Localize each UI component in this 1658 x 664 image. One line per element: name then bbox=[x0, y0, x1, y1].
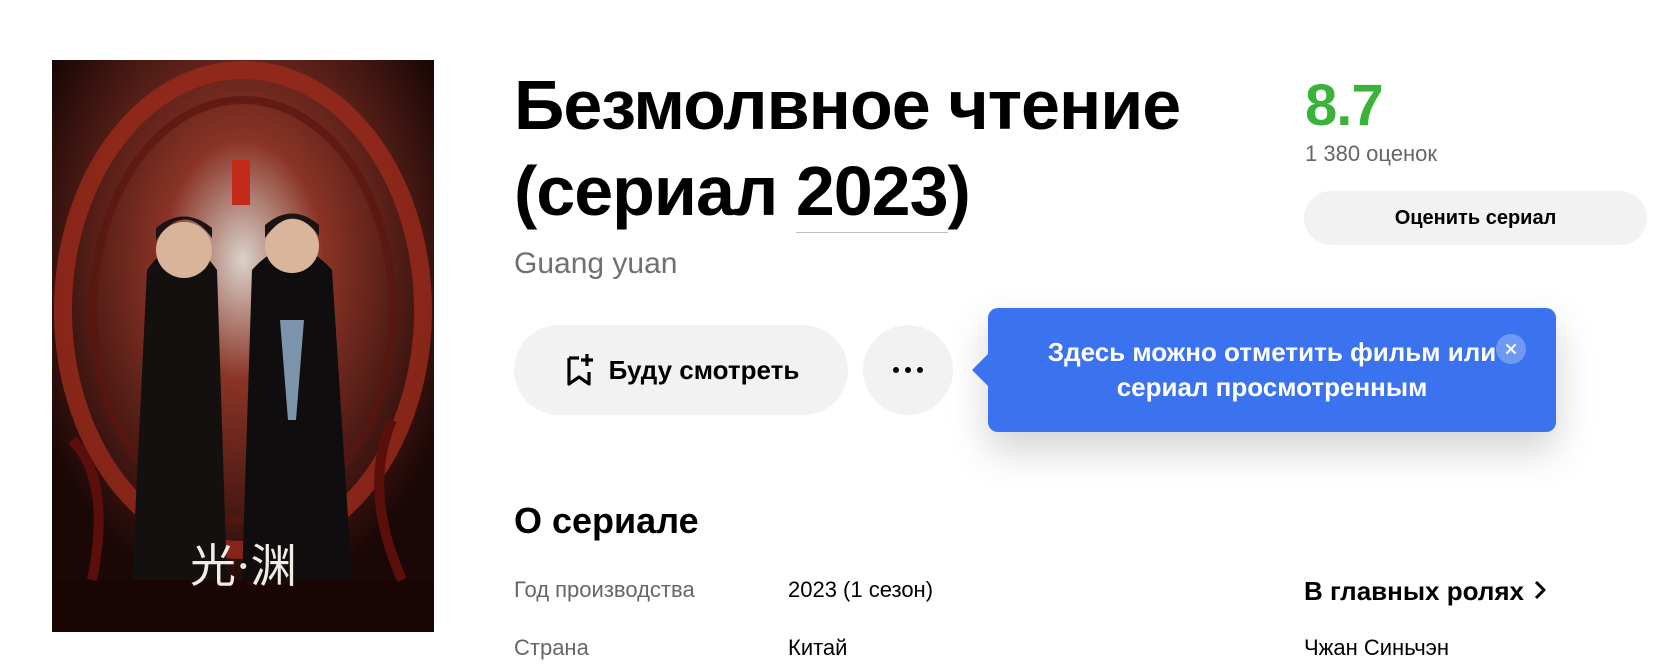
poster-image[interactable]: 光·渊 bbox=[52, 60, 434, 632]
rating-count: 1 380 оценок bbox=[1305, 141, 1437, 166]
cast-heading-label: В главных ролях bbox=[1304, 576, 1524, 606]
title-suffix: ) bbox=[947, 152, 971, 230]
title-prefix: (сериал bbox=[514, 152, 796, 230]
title-year-link[interactable]: 2023 bbox=[795, 152, 949, 233]
info-label-year: Год производства bbox=[514, 577, 695, 602]
bookmark-plus-icon bbox=[563, 352, 595, 388]
cast-heading-link[interactable]: В главных ролях bbox=[1304, 576, 1546, 607]
tooltip-text: Здесь можно отметить фильм или сериал пр… bbox=[1047, 337, 1497, 402]
info-label-country: Страна bbox=[514, 635, 589, 660]
poster-caption: 光·渊 bbox=[190, 539, 297, 593]
cast-item[interactable]: Чжан Синьчэн bbox=[1304, 635, 1449, 661]
info-value-year[interactable]: 2023 (1 сезон) bbox=[788, 577, 933, 603]
tooltip-arrow bbox=[972, 354, 988, 386]
info-value-country[interactable]: Китай bbox=[788, 635, 847, 661]
about-heading: О сериале bbox=[514, 500, 699, 541]
original-title: Guang yuan bbox=[514, 247, 678, 280]
watched-tooltip: Здесь можно отметить фильм или сериал пр… bbox=[972, 308, 1556, 432]
close-icon[interactable] bbox=[1496, 334, 1526, 364]
rating-value: 8.7 bbox=[1305, 73, 1384, 138]
more-dots-icon bbox=[893, 367, 923, 373]
rate-series-button[interactable]: Оценить сериал bbox=[1304, 191, 1647, 245]
more-actions-button[interactable] bbox=[863, 325, 953, 415]
chevron-right-icon bbox=[1534, 576, 1546, 607]
title-main: Безмолвное чтение bbox=[514, 66, 1181, 144]
page-title: Безмолвное чтение (сериал 2023) bbox=[514, 62, 1234, 234]
watch-later-label: Буду смотреть bbox=[608, 354, 800, 385]
watch-later-button[interactable]: Буду смотреть bbox=[514, 325, 848, 415]
